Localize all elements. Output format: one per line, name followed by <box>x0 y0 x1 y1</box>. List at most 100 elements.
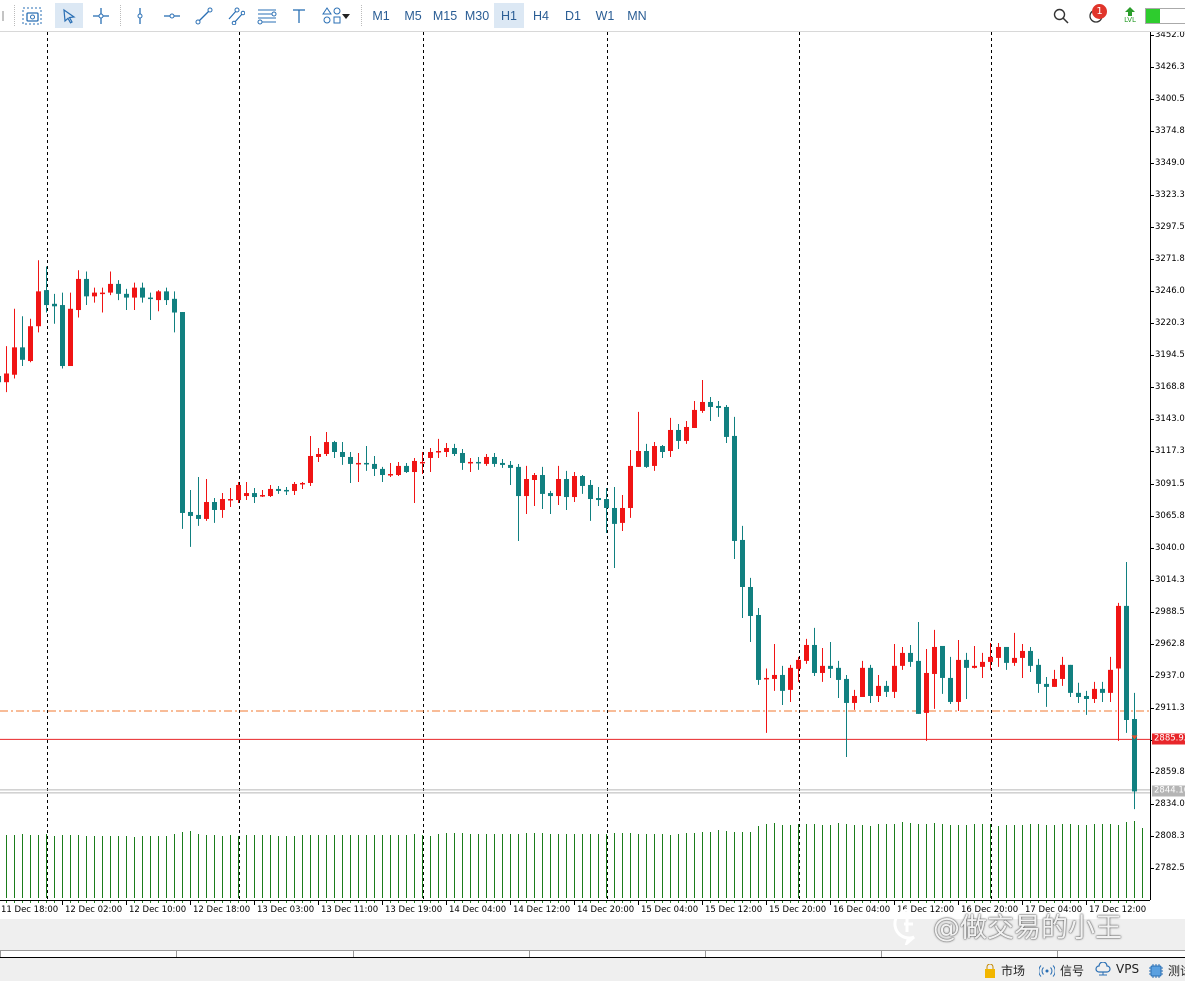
trendline-tool-button[interactable] <box>192 3 216 28</box>
text-icon <box>293 8 305 23</box>
time-tick <box>934 901 935 903</box>
price-label: 3117.30 <box>1155 446 1185 457</box>
time-tick <box>310 901 311 903</box>
time-tick <box>390 901 391 903</box>
candle-bullish <box>692 409 697 428</box>
time-tick <box>38 901 39 903</box>
table-header-cell[interactable] <box>0 950 176 957</box>
text-tool-button[interactable] <box>287 3 311 28</box>
time-label: 16 Dec 04:00 <box>833 905 891 915</box>
candle-bullish <box>860 667 865 697</box>
time-tick <box>358 901 359 903</box>
price-label: 3323.30 <box>1155 190 1185 201</box>
timeframe-h1-button[interactable]: H1 <box>494 3 524 28</box>
candle-bullish <box>764 677 769 680</box>
candle-bearish <box>604 499 609 508</box>
candle-bearish <box>708 401 713 407</box>
horizontal-line-tool-button[interactable] <box>160 3 184 28</box>
table-header-cell[interactable] <box>176 950 353 957</box>
vertical-line-tool-button[interactable] <box>128 3 152 28</box>
screenshot-button[interactable] <box>20 3 44 28</box>
time-tick <box>638 901 639 905</box>
timeframe-mn-button[interactable]: MN <box>622 3 652 28</box>
table-header-cell[interactable] <box>529 950 705 957</box>
time-tick <box>734 901 735 903</box>
candle-bullish <box>796 659 801 669</box>
time-label: 16 Dec 20:00 <box>961 905 1019 915</box>
candle-bearish <box>644 450 649 467</box>
time-tick <box>190 901 191 905</box>
table-header-cell[interactable] <box>1057 950 1185 957</box>
time-tick <box>486 901 487 903</box>
camera-icon <box>22 7 42 24</box>
timeframe-d1-button[interactable]: D1 <box>558 3 588 28</box>
search-button[interactable] <box>1050 3 1072 28</box>
timeframe-w1-button[interactable]: W1 <box>590 3 620 28</box>
time-tick <box>238 901 239 903</box>
price-tick <box>1151 483 1154 485</box>
time-tick <box>574 901 575 905</box>
status-tester[interactable]: 测试 <box>1149 962 1185 979</box>
timeframe-m30-button[interactable]: M30 <box>462 3 492 28</box>
price-axis[interactable]: 3452.05 3426.30 3400.55 3374.80 3349.05 3323.… <box>1150 32 1185 900</box>
table-header-cell[interactable] <box>353 950 529 957</box>
candle-bearish <box>172 298 177 313</box>
connection-indicator[interactable] <box>1145 8 1185 24</box>
status-vps[interactable]: VPS <box>1095 962 1139 976</box>
status-signals[interactable]: 信号 <box>1039 962 1084 979</box>
channel-tool-button[interactable] <box>224 3 248 28</box>
price-tick <box>1151 387 1154 389</box>
price-tick <box>1151 227 1154 229</box>
time-tick <box>622 901 623 903</box>
candle-bullish <box>260 495 265 497</box>
table-header-cell[interactable] <box>881 950 1057 957</box>
time-label: 17 Dec 04:00 <box>1025 905 1083 915</box>
timeframe-m1-button[interactable]: M1 <box>366 3 396 28</box>
status-market[interactable]: 市场 <box>984 962 1025 979</box>
price-tick <box>1151 163 1154 165</box>
time-tick <box>854 901 855 903</box>
timeframe-h4-button[interactable]: H4 <box>526 3 556 28</box>
time-tick <box>1086 901 1087 905</box>
price-tick <box>1151 35 1154 36</box>
time-axis[interactable]: 11 Dec 18:00 12 Dec 02:00 12 Dec 10:00 12 D… <box>0 900 1150 920</box>
candle-bearish <box>1124 605 1129 720</box>
timeframe-m5-button[interactable]: M5 <box>398 3 428 28</box>
time-tick <box>534 901 535 903</box>
candle-bullish <box>4 373 9 383</box>
crosshair-tool-button[interactable] <box>88 3 114 28</box>
toolbar-overflow-handle[interactable] <box>0 3 6 28</box>
level-button[interactable]: LVL <box>1120 3 1140 28</box>
candle-bullish <box>36 291 41 327</box>
cursor-tool-button[interactable] <box>55 3 83 28</box>
price-chart[interactable] <box>0 32 1150 900</box>
candle-bearish <box>740 539 745 587</box>
timeframe-m15-button[interactable]: M15 <box>430 3 460 28</box>
price-label: 2782.55 <box>1155 862 1185 873</box>
candle-bullish <box>788 667 793 690</box>
shapes-icon <box>322 6 341 23</box>
toolbox-table-header <box>0 950 1185 958</box>
level-price-tag: 2885.92 <box>1152 733 1185 745</box>
time-tick <box>454 901 455 903</box>
time-tick <box>862 901 863 903</box>
candle-bullish <box>28 326 33 362</box>
price-tick <box>1151 195 1154 197</box>
table-header-cell[interactable] <box>705 950 881 957</box>
time-tick <box>782 901 783 903</box>
price-label: 2808.30 <box>1155 830 1185 841</box>
time-tick <box>646 901 647 903</box>
fibonacci-tool-button[interactable] <box>255 3 279 28</box>
price-label: 3220.30 <box>1155 318 1185 329</box>
candle-bearish <box>60 305 65 367</box>
candle-bearish <box>548 493 553 497</box>
bag-icon <box>985 963 995 978</box>
candle-bullish <box>308 455 313 483</box>
shapes-tool-button[interactable] <box>318 3 354 28</box>
candle-bullish <box>1020 650 1025 658</box>
candle-bearish <box>908 652 913 662</box>
price-tick <box>1151 323 1154 325</box>
status-vps-label: VPS <box>1116 962 1140 976</box>
time-tick <box>222 901 223 903</box>
notifications-button[interactable]: 1 <box>1082 3 1110 28</box>
